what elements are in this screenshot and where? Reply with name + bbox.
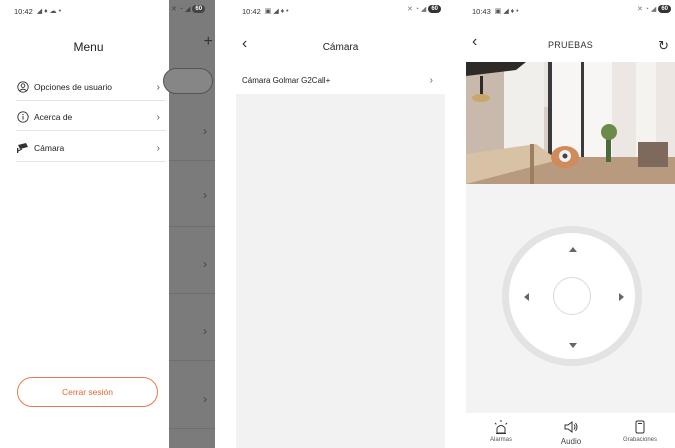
camera-view-screen: 10:43 ▣ ◢ ♦ • ✕ ◔ ◢ 60 ‹ PRUEBAS ↻ Alarm… [466,0,675,448]
logout-button[interactable]: Cerrar sesión [17,377,158,407]
notification-icons: ◢ ♦ ☁ • [36,8,62,15]
menu-item-user-options[interactable]: Opciones de usuario › [16,74,166,101]
tab-label: Alarmas [489,437,512,443]
chevron-right-icon: › [203,324,207,338]
chevron-right-icon: › [156,142,160,154]
pan-down-arrow-icon[interactable] [569,343,577,348]
menu-item-camera[interactable]: Cámara › [16,135,166,162]
user-circle-icon [16,80,30,94]
divider [169,360,215,361]
camera-name: Cámara Golmar G2Call+ [242,75,331,85]
divider [169,293,215,294]
ptz-joystick[interactable] [502,226,642,366]
tab-alarms[interactable]: Alarmas [466,413,536,443]
menu-item-label: Acerca de [34,112,73,122]
menu-drawer: 10:42 ◢ ♦ ☁ • Menu Opciones de usuario ›… [8,0,169,448]
tab-label: Grabaciones [622,437,658,443]
chevron-right-icon: › [156,111,160,123]
status-icons: ✕ ◔ ◢ 60 [171,5,206,13]
pan-up-arrow-icon[interactable] [569,247,577,252]
chevron-right-icon: › [203,124,207,138]
info-icon [16,110,30,124]
page-title: PRUEBAS [547,40,594,50]
camera-list-screen: 10:42 ▣ ◢ ♦ • ✕ ◔ ◢ 60 ‹ Cámara Cámara G… [236,0,445,448]
page-title: Cámara [322,42,359,53]
live-camera-feed[interactable] [466,62,675,184]
menu-item-label: Cámara [34,143,65,153]
bottom-tab-bar: Alarmas Audio Grabaciones [466,413,675,448]
joystick-center-button[interactable] [553,277,591,315]
notification-icons: ▣ ◢ ♦ • [264,8,289,15]
menu-title: Menu [73,40,104,54]
status-time: 10:42 [242,6,261,16]
status-bar: 10:42 ▣ ◢ ♦ • ✕ ◔ ◢ 60 [236,0,445,22]
header: ‹ Cámara [236,22,445,66]
chevron-right-icon: › [429,74,433,86]
alarm-light-icon [494,420,508,434]
status-time: 10:42 [14,6,33,16]
divider [169,160,215,161]
menu-screen: 10:42 ◢ ♦ ☁ • Menu Opciones de usuario ›… [8,0,215,448]
chevron-right-icon: › [203,188,207,202]
status-bar: 10:43 ▣ ◢ ♦ • ✕ ◔ ◢ 60 [466,0,675,22]
status-time: 10:43 [472,6,491,16]
chevron-right-icon: › [203,257,207,271]
phone-icon [635,420,645,434]
tab-recordings[interactable]: Grabaciones [605,413,675,443]
notification-icons: ▣ ◢ ♦ • [494,8,519,15]
speaker-icon [564,421,578,433]
pan-right-arrow-icon[interactable] [619,293,624,301]
divider [169,428,215,429]
security-camera-icon [16,141,30,155]
tab-audio[interactable]: Audio [536,413,606,446]
pan-left-arrow-icon[interactable] [524,293,529,301]
header: ‹ PRUEBAS ↻ [466,22,675,62]
status-bar: 10:42 ◢ ♦ ☁ • [8,0,169,22]
chevron-right-icon: › [203,392,207,406]
tab-label: Audio [560,437,582,446]
dimmed-background-overlay[interactable]: ✕ ◔ ◢ 60 + › › › › › [163,0,215,448]
menu-item-about[interactable]: Acerca de › [16,104,166,131]
chevron-right-icon: › [156,81,160,93]
refresh-icon[interactable]: ↻ [658,38,669,54]
add-icon: + [203,33,213,50]
divider [169,226,215,227]
menu-item-label: Opciones de usuario [34,82,112,92]
search-field-dimmed [163,68,213,94]
system-icons: ✕ ◔ ◢ 60 [637,5,671,13]
camera-list-item[interactable]: Cámara Golmar G2Call+ › [236,66,445,94]
system-icons: ✕ ◔ ◢ 60 [407,5,441,13]
